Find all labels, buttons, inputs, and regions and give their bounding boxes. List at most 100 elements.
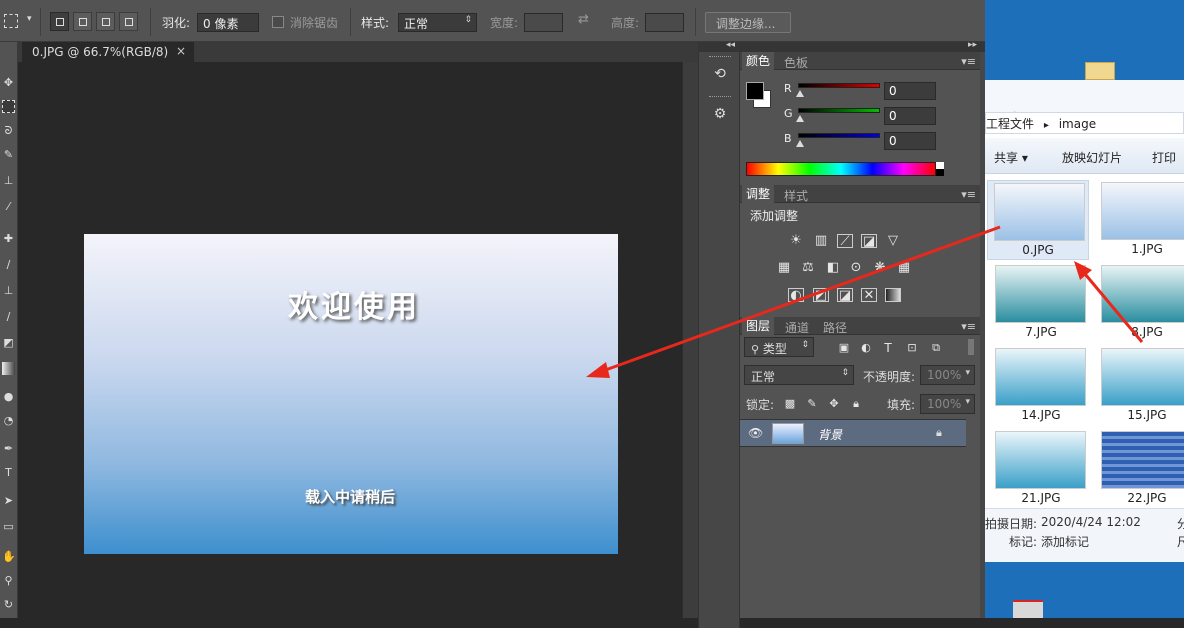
filter-shape-icon[interactable]: ⊡ bbox=[904, 341, 920, 355]
invert-icon[interactable]: ◐ bbox=[788, 288, 804, 303]
channel-g-thumb[interactable] bbox=[796, 115, 804, 122]
height-input[interactable] bbox=[645, 13, 684, 32]
stamp-tool-icon[interactable]: ⊥ bbox=[2, 284, 15, 297]
style-select[interactable]: 正常 ⇕ bbox=[398, 13, 477, 32]
add-selection-button[interactable] bbox=[73, 12, 92, 31]
history-panel-icon[interactable]: ⟲ bbox=[710, 66, 730, 84]
type-tool-icon[interactable]: T bbox=[2, 466, 15, 479]
properties-panel-icon[interactable]: ⚙ bbox=[710, 106, 730, 124]
fill-input[interactable]: 100% ▾ bbox=[920, 394, 975, 414]
swap-icon[interactable]: ⇄ bbox=[578, 12, 589, 27]
channel-r-input[interactable]: 0 bbox=[884, 82, 936, 100]
collapse-right-icon[interactable]: ▸▸ bbox=[968, 40, 977, 50]
chevron-down-icon[interactable]: ▾ bbox=[27, 14, 32, 24]
threshold-icon[interactable]: ◪ bbox=[837, 288, 853, 303]
blend-mode-select[interactable]: 正常 ⇕ bbox=[744, 365, 854, 385]
taskbar-app-icon[interactable] bbox=[1013, 600, 1043, 618]
shape-tool-icon[interactable]: ▭ bbox=[2, 520, 15, 533]
channel-b-slider[interactable] bbox=[798, 133, 880, 138]
layer-row[interactable]: 👁︎ 背景 🔒︎ bbox=[740, 419, 966, 447]
print-button[interactable]: 打印 bbox=[1152, 149, 1176, 166]
lock-all-icon[interactable]: 🔒︎ bbox=[848, 397, 864, 411]
photo-filter-icon[interactable]: ⊙ bbox=[848, 261, 864, 275]
channel-mixer-icon[interactable]: ❋ bbox=[872, 261, 888, 275]
tab-channels[interactable]: 通道 bbox=[785, 319, 809, 336]
eye-icon[interactable]: 👁︎ bbox=[748, 426, 763, 440]
channel-g-slider[interactable] bbox=[798, 108, 880, 113]
layer-filter-select[interactable]: ⚲ 类型 ⇕ bbox=[744, 337, 814, 357]
filter-pixel-icon[interactable]: ▣ bbox=[836, 341, 852, 355]
spectrum-black-white[interactable] bbox=[936, 162, 944, 176]
filter-toggle[interactable] bbox=[968, 339, 974, 355]
brush-tool-icon[interactable]: ∕ bbox=[2, 258, 15, 271]
thumbnail-item[interactable]: 1.JPG bbox=[1093, 180, 1184, 264]
exposure-icon[interactable]: ◪ bbox=[861, 234, 877, 249]
width-input[interactable] bbox=[524, 13, 563, 32]
feather-input[interactable]: 0 像素 bbox=[197, 13, 259, 32]
lock-move-icon[interactable]: ✥ bbox=[826, 397, 842, 411]
posterize-icon[interactable]: ◩ bbox=[813, 288, 829, 303]
channel-r-thumb[interactable] bbox=[796, 90, 804, 97]
history-brush-icon[interactable]: ∕ bbox=[2, 310, 15, 323]
tab-adjustments[interactable]: 调整 bbox=[742, 185, 775, 203]
swap-colors-icon[interactable]: ↻ bbox=[2, 598, 15, 611]
breadcrumb-part-1[interactable]: 工程文件 bbox=[986, 117, 1034, 131]
thumbnail-item[interactable]: 8.JPG bbox=[1093, 263, 1184, 347]
channel-g-input[interactable]: 0 bbox=[884, 107, 936, 125]
thumbnail-item[interactable]: 7.JPG bbox=[987, 263, 1089, 347]
panel-menu-icon[interactable]: ▾≡ bbox=[961, 188, 976, 201]
curves-icon[interactable]: ⟋ bbox=[837, 234, 853, 249]
selective-color-icon[interactable]: ✕ bbox=[861, 288, 877, 303]
canvas-area[interactable]: 欢迎使用 载入中请稍后 bbox=[18, 62, 682, 618]
healing-tool-icon[interactable]: ✚ bbox=[2, 232, 15, 245]
breadcrumb-arrow-icon[interactable]: ▸ bbox=[1044, 120, 1049, 131]
zoom-tool-icon[interactable]: ⚲ bbox=[2, 574, 15, 587]
lock-paint-icon[interactable]: ✎ bbox=[804, 397, 820, 411]
filter-smart-icon[interactable]: ⧉ bbox=[928, 341, 944, 355]
document-image[interactable]: 欢迎使用 载入中请稍后 bbox=[84, 234, 618, 554]
desktop-folder-icon[interactable] bbox=[1085, 62, 1115, 80]
foreground-swatch[interactable] bbox=[746, 82, 764, 100]
channel-b-thumb[interactable] bbox=[796, 140, 804, 147]
lock-pixels-icon[interactable]: ▩ bbox=[782, 397, 798, 411]
tab-color[interactable]: 颜色 bbox=[742, 52, 775, 70]
vibrance-icon[interactable]: ▽ bbox=[885, 234, 901, 248]
thumbnail-item[interactable]: 22.JPG bbox=[1093, 429, 1184, 513]
eraser-tool-icon[interactable]: ◩ bbox=[2, 336, 15, 349]
tab-swatches[interactable]: 色板 bbox=[784, 54, 808, 71]
panel-menu-icon[interactable]: ▾≡ bbox=[961, 320, 976, 333]
quick-select-tool-icon[interactable]: ✎ bbox=[2, 148, 15, 161]
tab-layers[interactable]: 图层 bbox=[742, 317, 775, 335]
thumbnail-item[interactable]: 0.JPG bbox=[987, 180, 1089, 260]
breadcrumb-part-2[interactable]: image bbox=[1059, 117, 1096, 131]
spectrum-bar[interactable] bbox=[746, 162, 936, 176]
collapse-left-icon[interactable]: ◂◂ bbox=[726, 40, 735, 50]
hue-sat-icon[interactable]: ▦ bbox=[776, 261, 792, 275]
opacity-input[interactable]: 100% ▾ bbox=[920, 365, 975, 385]
color-lookup-icon[interactable]: ▦ bbox=[896, 261, 912, 275]
share-button[interactable]: 共享 ▾ bbox=[994, 149, 1028, 166]
intersect-selection-button[interactable] bbox=[119, 12, 138, 31]
blur-tool-icon[interactable]: ● bbox=[2, 390, 15, 403]
move-tool-icon[interactable]: ✥ bbox=[2, 76, 15, 89]
levels-icon[interactable]: ▥ bbox=[813, 234, 829, 248]
tag-value[interactable]: 添加标记 bbox=[1041, 533, 1089, 550]
path-select-tool-icon[interactable]: ➤ bbox=[2, 494, 15, 507]
subtract-selection-button[interactable] bbox=[96, 12, 115, 31]
thumbnail-item[interactable]: 15.JPG bbox=[1093, 346, 1184, 430]
brightness-icon[interactable]: ☀ bbox=[788, 234, 804, 248]
thumbnail-item[interactable]: 21.JPG bbox=[987, 429, 1089, 513]
close-icon[interactable]: × bbox=[176, 44, 186, 58]
slideshow-button[interactable]: 放映幻灯片 bbox=[1062, 149, 1122, 166]
channel-b-input[interactable]: 0 bbox=[884, 132, 936, 150]
tab-styles[interactable]: 样式 bbox=[784, 187, 808, 204]
thumbnail-item[interactable]: 14.JPG bbox=[987, 346, 1089, 430]
gradient-tool-icon[interactable] bbox=[2, 362, 15, 375]
new-selection-button[interactable] bbox=[50, 12, 69, 31]
crop-tool-icon[interactable]: ⊥ bbox=[2, 174, 15, 187]
panel-menu-icon[interactable]: ▾≡ bbox=[961, 55, 976, 68]
hand-tool-icon[interactable]: ✋ bbox=[2, 550, 16, 563]
layer-name[interactable]: 背景 bbox=[818, 426, 842, 443]
channel-r-slider[interactable] bbox=[798, 83, 880, 88]
filter-type-icon[interactable]: T bbox=[880, 341, 896, 355]
